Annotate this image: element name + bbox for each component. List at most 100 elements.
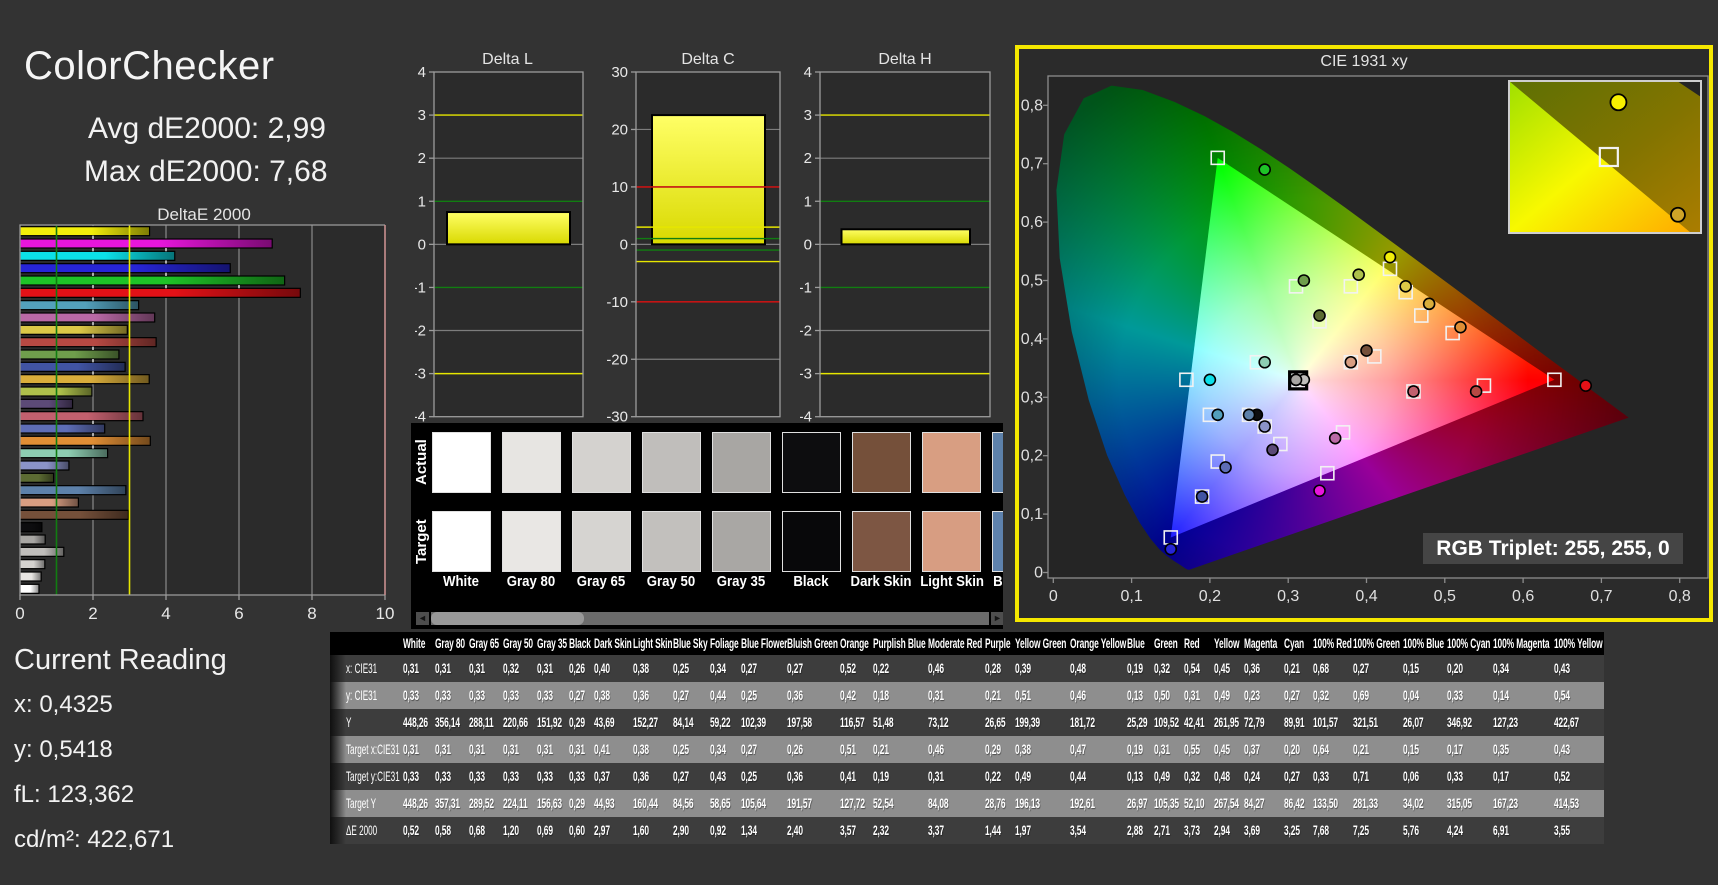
svg-text:1: 1 [418, 193, 426, 210]
target-swatch-black[interactable] [782, 511, 841, 572]
actual-swatch-gray-65[interactable] [572, 432, 631, 493]
scroll-right-icon: ► [993, 613, 1002, 623]
deltae-bar-gray-35 [19, 534, 46, 545]
target-swatch-light-skin[interactable] [922, 511, 981, 572]
table-cell: 0,32 [1313, 682, 1353, 709]
table-cell: 0,17 [1447, 736, 1493, 763]
table-cell: 42,41 [1184, 709, 1214, 736]
deltae-bar-red [19, 337, 157, 348]
table-col-header: Purple [985, 632, 1015, 655]
table-cell: 0,34 [1493, 655, 1554, 682]
inset-measured-point [1609, 93, 1628, 112]
actual-swatch-light-skin[interactable] [922, 432, 981, 493]
cie-measured-blue [1195, 490, 1209, 503]
table-cell: 34,02 [1403, 790, 1447, 817]
table-cell: 0,27 [673, 682, 710, 709]
table-cell: 0,27 [569, 682, 594, 709]
actual-row-label: Actual [413, 439, 430, 486]
deltae-bar-bluish-green [19, 448, 109, 459]
table-cell: 0,06 [1403, 763, 1447, 790]
table-col-header: 100% Magenta [1493, 632, 1554, 655]
target-swatch-white[interactable] [432, 511, 491, 572]
deltae-bar-blue-sky [19, 485, 127, 496]
table-cell: 0,21 [1284, 655, 1313, 682]
target-swatch-gray-80[interactable] [502, 511, 561, 572]
svg-text:0,4: 0,4 [1355, 588, 1377, 605]
actual-swatch-gray-80[interactable] [502, 432, 561, 493]
deltae-bar-dark-skin [19, 509, 130, 520]
cie-target-100--cyan [1179, 372, 1194, 388]
table-cell: 0,36 [1244, 655, 1284, 682]
swatch-label: Dark Skin [850, 573, 912, 590]
table-cell: 192,61 [1070, 790, 1127, 817]
table-cell: 0,31 [569, 736, 594, 763]
table-cell: 0,48 [1070, 655, 1127, 682]
cie-zoom-inset [1508, 80, 1702, 234]
table-cell: 0,58 [435, 817, 469, 844]
deltae-bar-100--blue [19, 263, 231, 274]
table-cell: 0,31 [503, 736, 537, 763]
actual-swatch-black[interactable] [782, 432, 841, 493]
table-cell: 25,29 [1127, 709, 1154, 736]
cie-measured-light-skin [1344, 355, 1358, 369]
table-cell: 0,18 [873, 682, 928, 709]
table-cell: 0,33 [1447, 682, 1493, 709]
target-swatch-gray-35[interactable] [712, 511, 771, 572]
table-col-header: 100% Red [1313, 632, 1353, 655]
table-cell: 0,26 [787, 736, 840, 763]
delta-l-chart: 43210-1-2-3-4 [415, 64, 584, 426]
table-cell: 0,29 [569, 709, 594, 736]
scroll-right-button[interactable]: ► [991, 612, 1003, 625]
swatch-label: Gray 80 [506, 573, 556, 590]
table-col-header: 100% Cyan [1447, 632, 1493, 655]
deltae-bar-blue [19, 361, 126, 372]
delta-c-chart: 3020100-10-20-30 [606, 64, 781, 426]
actual-swatch-white[interactable] [432, 432, 491, 493]
table-cell: 43,69 [594, 709, 633, 736]
table-header-row: White Gray 80 Gray 65 Gray 50 Gray 35 Black Da… [330, 632, 1604, 655]
table-col-header: Green [1154, 632, 1184, 655]
table-cell: 0,25 [673, 655, 710, 682]
table-cell: 0,38 [1015, 736, 1070, 763]
table-row-label: Target y:CIE31 [346, 763, 403, 790]
svg-text:4: 4 [804, 64, 812, 81]
target-swatch-gray-65[interactable] [572, 511, 631, 572]
table-cell: 102,39 [741, 709, 787, 736]
table-cell: 26,97 [1127, 790, 1154, 817]
actual-swatch-dark-skin[interactable] [852, 432, 911, 493]
table-cell: 167,23 [1493, 790, 1554, 817]
table-cell: 0,13 [1127, 682, 1154, 709]
actual-swatch-gray-50[interactable] [642, 432, 701, 493]
table-col-header: Black [569, 632, 594, 655]
cie-measured-yellow-green [1352, 268, 1365, 281]
swatch-scrollbar-thumb[interactable] [431, 612, 584, 625]
cie-measured-magenta [1328, 431, 1342, 445]
table-cell: 3,25 [1284, 817, 1313, 844]
table-cell: 0,40 [594, 655, 633, 682]
table-col-header: Red [1184, 632, 1214, 655]
table-col-header: Yellow [1214, 632, 1244, 655]
table-cell: 0,25 [741, 682, 787, 709]
scroll-left-button[interactable]: ◄ [416, 612, 429, 625]
table-cell: 0,69 [537, 817, 569, 844]
target-swatch-dark-skin[interactable] [852, 511, 911, 572]
target-swatch-blue-sky[interactable] [992, 511, 1003, 572]
table-cell: 0,68 [469, 817, 503, 844]
actual-swatch-gray-35[interactable] [712, 432, 771, 493]
table-cell: 315,05 [1447, 790, 1493, 817]
table-cell: 84,27 [1244, 790, 1284, 817]
table-cell: 0,25 [741, 763, 787, 790]
table-cell: 191,57 [787, 790, 840, 817]
svg-text:-3: -3 [415, 366, 426, 383]
table-cell: 105,64 [741, 790, 787, 817]
table-cell: 0,22 [873, 655, 928, 682]
current-reading-fl: fL: 123,362 [14, 781, 135, 808]
actual-swatch-blue-sky[interactable] [992, 432, 1003, 493]
target-swatch-gray-50[interactable] [642, 511, 701, 572]
table-cell: 127,72 [840, 790, 873, 817]
table-cell: 0,60 [569, 817, 594, 844]
table-cell: 26,65 [985, 709, 1015, 736]
current-reading-cdm2: cd/m²: 422,671 [14, 826, 175, 853]
table-cell: 0,28 [985, 655, 1015, 682]
table-cell: 0,27 [1353, 655, 1403, 682]
